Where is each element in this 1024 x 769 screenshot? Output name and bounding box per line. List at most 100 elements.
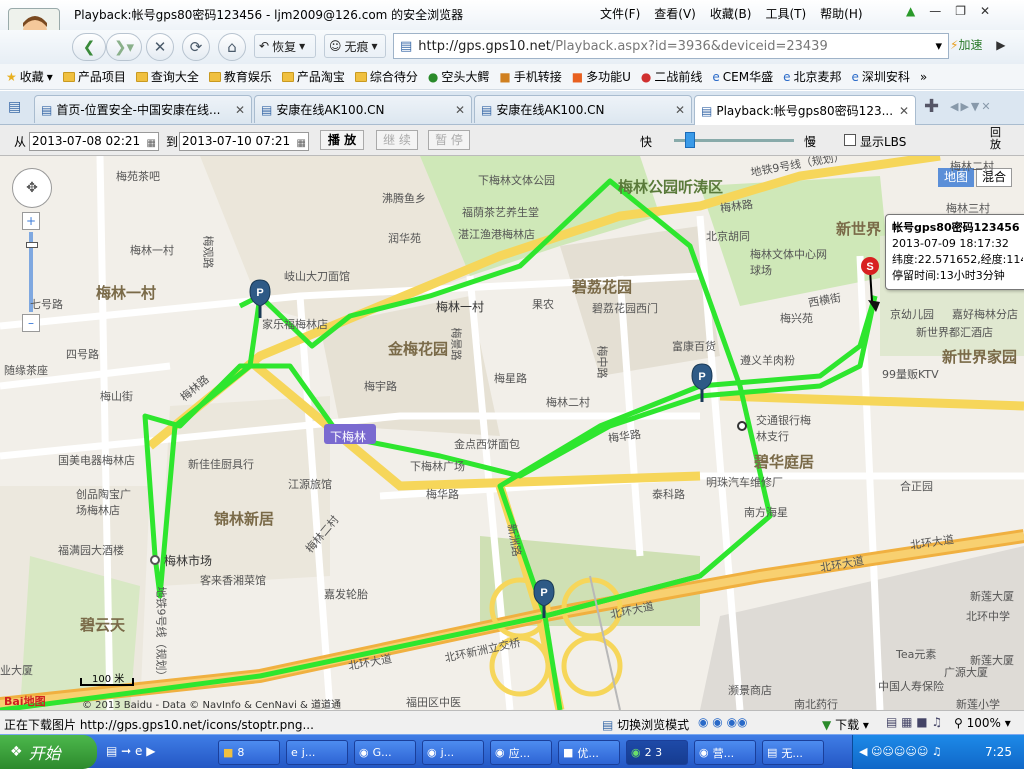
bookmark-item[interactable]: ■ 手机转接 [499, 68, 561, 85]
start-button[interactable]: ❖ 开始 [0, 735, 97, 769]
close-icon[interactable]: ✕ [980, 4, 990, 18]
tab-ankang-1[interactable]: ▤ 安康在线AK100.CN ✕ [254, 95, 472, 123]
continue-button[interactable]: 继 续 [376, 130, 418, 150]
folder-icon: ■ [223, 746, 234, 759]
tab-playback[interactable]: ▤ Playback:帐号gps80密码123... ✕ [694, 95, 916, 125]
system-tray: ◀ ☺☺☺☺☺ ♫ 7:25 [852, 735, 1024, 769]
pan-control[interactable]: ✥ [12, 168, 52, 208]
show-lbs-label: 显示LBS [860, 135, 907, 149]
zoom-level[interactable]: ⚲ 100% ▾ [954, 716, 1011, 730]
show-lbs-checkbox[interactable] [844, 134, 856, 146]
map-label: 客来香湘菜馆 [200, 574, 266, 587]
bookmark-item[interactable]: ■ 多功能U [572, 68, 631, 85]
url-dropdown-icon[interactable]: ▾ [935, 39, 942, 54]
menu-help[interactable]: 帮助(H) [820, 5, 862, 22]
tab-home[interactable]: ▤ 首页-位置安全-中国安康在线... ✕ [34, 95, 252, 123]
loading-status: 正在下载图片 http://gps.gps10.net/icons/stoptr… [4, 718, 314, 732]
balloon-icon: ● [640, 69, 652, 84]
bookmark-item[interactable]: ● 二战前线 [641, 68, 703, 85]
tab-scroll-icons[interactable]: ◀▶▼✕ [950, 100, 993, 113]
playback-controls: 从 2013-07-08 02:21 ▦ 到 2013-07-10 07:21 … [0, 125, 1024, 156]
address-bar[interactable]: ▤ http://gps.gps10.net/Playback.aspx?id=… [393, 33, 949, 59]
close-tab-icon[interactable]: ✕ [899, 104, 909, 118]
map-canvas[interactable]: S P P P ✥ + – 地图 混合 梅林一村 梅林公园听涛区 碧荔花园 金梅… [0, 156, 1024, 710]
taskbar-item[interactable]: ◉ 营... [694, 740, 756, 765]
forward-button[interactable]: ❯▾ [106, 33, 142, 61]
taskbar-item[interactable]: ◉ G... [354, 740, 416, 765]
menu-tools[interactable]: 工具(T) [765, 5, 806, 22]
refresh-button[interactable]: ⟳ [182, 33, 210, 61]
close-tab-icon[interactable]: ✕ [455, 103, 465, 117]
road-label: 梅星路 [494, 372, 527, 385]
back-button[interactable]: ❮ [72, 33, 106, 61]
bookmark-item[interactable]: 产品项目 [62, 68, 126, 85]
taobao-icon: ■ [571, 69, 584, 84]
more-bookmarks-icon[interactable]: » [920, 70, 927, 84]
close-tab-icon[interactable]: ✕ [235, 103, 245, 117]
bookmark-item[interactable]: e 深圳安科 [852, 68, 910, 85]
sidebar-toggle-icon[interactable]: ▤ [8, 99, 21, 115]
page-icon: ▤ [41, 102, 53, 117]
bookmark-item[interactable]: 产品淘宝 [281, 68, 345, 85]
bookmark-favorites[interactable]: ★ 收藏 ▾ [6, 68, 53, 85]
tab-ankang-2[interactable]: ▤ 安康在线AK100.CN ✕ [474, 95, 692, 123]
road-label: 梅宇路 [364, 380, 397, 393]
private-mode-button[interactable]: ☺ 无痕 ▾ [324, 34, 386, 58]
taskbar-item[interactable]: ▤ 无... [762, 740, 824, 765]
taskbar-item[interactable]: e j... [286, 740, 348, 765]
end-date-input[interactable]: 2013-07-10 07:21 ▦ [179, 132, 309, 151]
calendar-icon[interactable]: ▦ [297, 135, 306, 152]
maximize-icon[interactable]: ❐ [955, 4, 966, 18]
play-button[interactable]: 播 放 [320, 130, 364, 150]
taskbar-item[interactable]: ■ 8 [218, 740, 280, 765]
bookmark-item[interactable]: e CEM华盛 [712, 68, 773, 85]
stop-button[interactable]: ✕ [146, 33, 174, 61]
map-label: 碧华庭居 [754, 453, 815, 471]
menu-favorites[interactable]: 收藏(B) [710, 5, 752, 22]
taskbar-item[interactable]: ■ 优... [558, 740, 620, 765]
close-tab-icon[interactable]: ✕ [675, 103, 685, 117]
skin-icon[interactable]: ▲ [906, 4, 915, 18]
calendar-icon[interactable]: ▦ [147, 135, 156, 152]
quicklaunch-icons[interactable]: ▤ ➞ e ▶ [106, 744, 155, 758]
map-label: Tea元素 [896, 648, 937, 661]
bookmark-item[interactable]: 查询大全 [135, 68, 199, 85]
taskbar-item-active[interactable]: ◉ 2 3 [626, 740, 688, 765]
popup-coords: 纬度:22.571652,经度:114 [892, 253, 1023, 266]
map-label: 随缘茶座 [4, 364, 48, 377]
map-label: 北京胡同 [706, 230, 750, 243]
road-label: 泰科路 [652, 488, 685, 501]
zoom-in-button[interactable]: + [22, 212, 40, 230]
switch-mode-button[interactable]: ▤ 切换浏览模式 [602, 716, 689, 733]
road-label: 梅华路 [426, 488, 459, 501]
download-button[interactable]: ▼ 下载 ▾ [822, 716, 869, 733]
speed-slider-thumb[interactable] [685, 132, 695, 148]
bookmark-item[interactable]: 综合待分 [354, 68, 418, 85]
pause-button[interactable]: 暂 停 [428, 130, 470, 150]
tray-icons[interactable]: ◀ ☺☺☺☺☺ ♫ [859, 745, 942, 758]
go-arrow-icon[interactable]: ▶ [996, 38, 1005, 52]
accelerate-button[interactable]: ⚡加速 ▶ [950, 36, 1006, 53]
map-label: 福荫茶艺养生堂 [462, 206, 539, 219]
start-date-input[interactable]: 2013-07-08 02:21 ▦ [29, 132, 159, 151]
phone-icon: ■ [499, 69, 511, 84]
zoom-handle[interactable] [26, 242, 38, 248]
new-tab-button[interactable]: ✚ [924, 96, 939, 117]
home-button[interactable]: ⌂ [218, 33, 246, 61]
taskbar-item[interactable]: ◉ j... [422, 740, 484, 765]
taskbar-item[interactable]: ◉ 应... [490, 740, 552, 765]
compat-icons[interactable]: ◉ ◉ ◉◉ [698, 715, 748, 729]
bookmark-item[interactable]: e 北京麦邦 [783, 68, 841, 85]
fast-label: 快 [640, 135, 653, 149]
zoom-out-button[interactable]: – [22, 314, 40, 332]
bookmark-item[interactable]: 教育娱乐 [208, 68, 272, 85]
menu-view[interactable]: 查看(V) [654, 5, 696, 22]
menu-file[interactable]: 文件(F) [600, 5, 640, 22]
minimize-icon[interactable]: — [929, 4, 941, 18]
folder-icon [135, 71, 148, 82]
map-label: 新莲大厦 [970, 590, 1014, 603]
map-label: 梅苑茶吧 [116, 170, 160, 183]
bookmark-item[interactable]: ● 空头大鳄 [428, 68, 490, 85]
restore-button[interactable]: ↶ 恢复 ▾ [254, 34, 316, 58]
tool-icons[interactable]: ▤ ▦ ■ ♫ [886, 715, 942, 729]
